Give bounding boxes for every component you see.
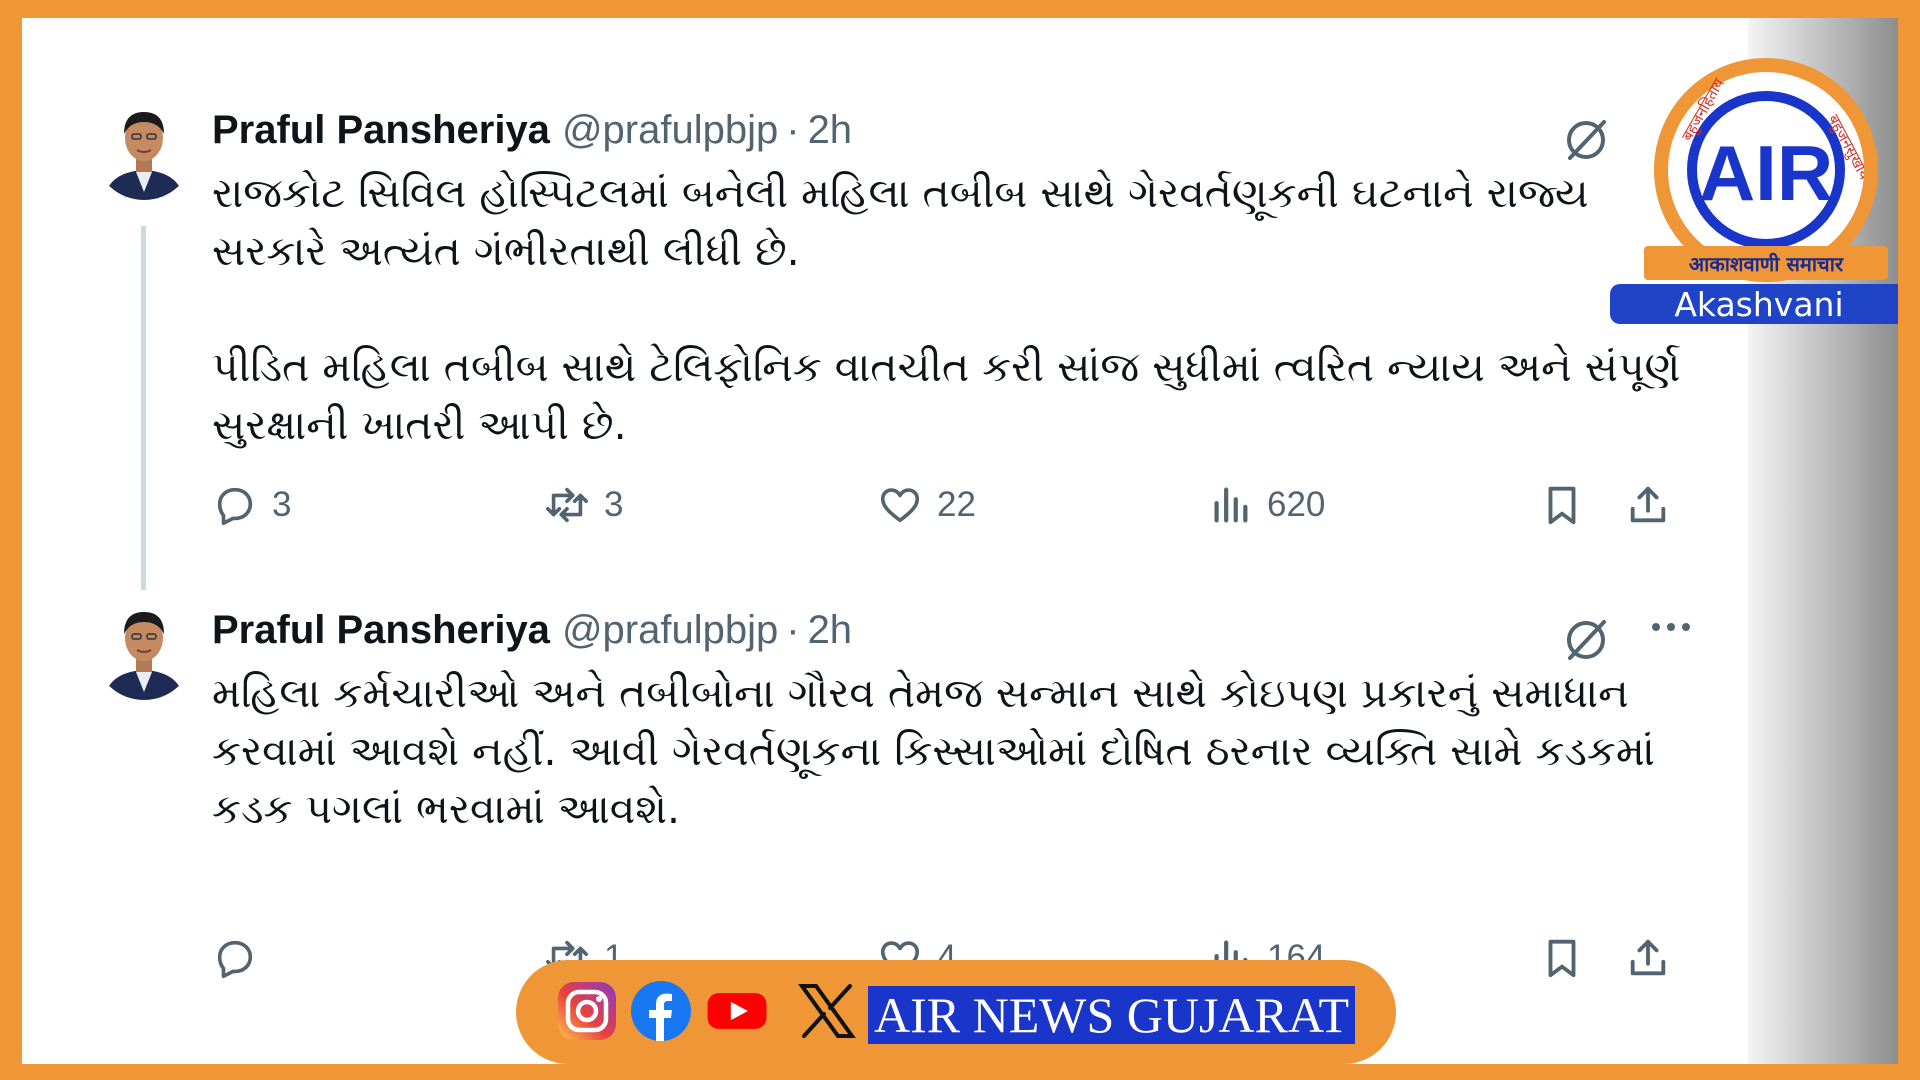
tweet-header: Praful Pansheriya @prafulpbjp · 2h (212, 108, 852, 158)
bookmark-button[interactable] (1539, 928, 1585, 988)
avatar[interactable] (94, 600, 194, 700)
logo-letters: AIR (1699, 129, 1833, 217)
avatar[interactable] (94, 100, 194, 200)
share-button[interactable] (1625, 928, 1671, 988)
bookmark-icon (1548, 939, 1576, 978)
timestamp[interactable]: 2h (808, 608, 853, 653)
author-handle[interactable]: @prafulpbjp (562, 108, 778, 153)
bookmark-icon (1548, 486, 1576, 525)
tweet-text: મહિલા કર્મચારીઓ અને તબીબોના ગૌરવ તેમજ સન… (212, 664, 1692, 838)
youtube-icon[interactable] (706, 980, 768, 1042)
timestamp[interactable]: 2h (808, 108, 853, 153)
logo-name: Akashvani (1610, 284, 1898, 324)
bookmark-button[interactable] (1539, 475, 1585, 535)
logo-tagline: आकाशवाणी समाचार (1644, 246, 1888, 280)
facebook-icon[interactable] (630, 980, 692, 1042)
tweet-paragraph: મહિલા કર્મચારીઓ અને તબીબોના ગૌરવ તેમજ સન… (212, 669, 1668, 833)
repost-icon (546, 487, 588, 523)
tweet-thread: Praful Pansheriya @prafulpbjp · 2h રાજકો… (32, 40, 1726, 979)
repost-count: 3 (604, 485, 624, 524)
grok-icon[interactable] (1562, 116, 1610, 164)
tweet-actions: 3 3 22 620 (212, 475, 1712, 535)
x-icon[interactable] (796, 980, 858, 1042)
tweet-header: Praful Pansheriya @prafulpbjp · 2h (212, 608, 852, 658)
analytics-icon (1214, 487, 1248, 523)
repost-button[interactable]: 3 (544, 475, 623, 535)
reply-count: 3 (272, 485, 292, 524)
author-name[interactable]: Praful Pansheriya (212, 608, 550, 653)
reply-button[interactable] (212, 928, 272, 988)
tweet-text: રાજકોટ સિવિલ હોસ્પિટલમાં બનેલી મહિલા તબી… (212, 164, 1692, 454)
views-button[interactable]: 620 (1207, 475, 1325, 535)
share-icon (1630, 486, 1666, 523)
tweet-paragraph: રાજકોટ સિવિલ હોસ્પિટલમાં બનેલી મહિલા તબી… (212, 169, 1602, 275)
like-button[interactable]: 22 (877, 475, 976, 535)
reply-icon (217, 487, 253, 526)
thread-connector (141, 226, 146, 590)
reply-icon (217, 940, 253, 979)
brand-label: AIR NEWS GUJARAT (868, 986, 1355, 1044)
separator: · (786, 608, 800, 652)
separator: · (786, 108, 800, 152)
author-name[interactable]: Praful Pansheriya (212, 108, 550, 153)
like-count: 22 (937, 485, 976, 524)
footer-bar: AIR NEWS GUJARAT (516, 960, 1396, 1064)
screenshot-canvas: Praful Pansheriya @prafulpbjp · 2h રાજકો… (22, 18, 1898, 1064)
tweet-paragraph: પીડિત મહિલા તબીબ સાથે ટેલિફોનિક વાતચીત ક… (212, 343, 1694, 449)
share-button[interactable] (1625, 475, 1671, 535)
reply-button[interactable]: 3 (212, 475, 291, 535)
share-icon (1630, 939, 1666, 976)
logo-emblem: AIR बहुजनहिताय बहुजनसुखाय (1678, 75, 1864, 249)
air-logo: AIR बहुजनहिताय बहुजनसुखाय आकाशवाणी समाचा… (1610, 58, 1898, 328)
grok-icon[interactable] (1562, 616, 1610, 664)
heart-icon (880, 488, 920, 523)
instagram-icon[interactable] (556, 980, 618, 1042)
more-options-icon[interactable] (1646, 612, 1696, 642)
author-handle[interactable]: @prafulpbjp (562, 608, 778, 653)
views-count: 620 (1267, 485, 1326, 524)
